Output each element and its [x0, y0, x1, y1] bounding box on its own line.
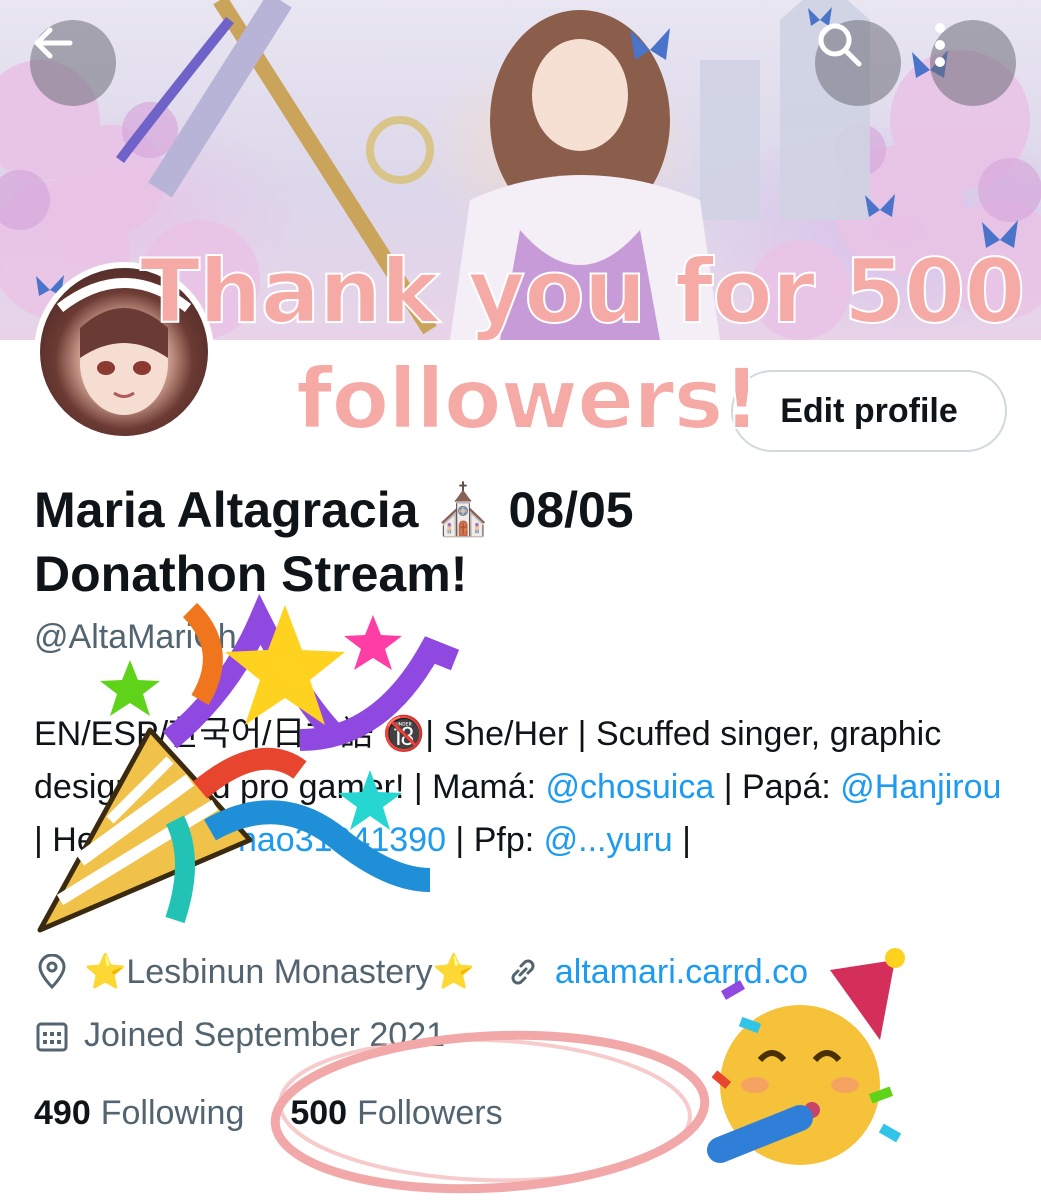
followers-label: Followers — [357, 1094, 503, 1132]
back-button[interactable] — [30, 20, 116, 106]
search-icon — [818, 23, 862, 67]
arrow-left-icon — [34, 27, 73, 59]
bio-text: | Pfp: — [445, 821, 544, 859]
bio-text: | Header: — [34, 821, 183, 859]
yellow-star-icon — [225, 605, 345, 725]
location-text: ⭐Lesbinun Monastery⭐ — [84, 953, 475, 991]
display-name: Maria Altagracia ⛪ 08/05 Donathon Stream… — [34, 482, 634, 602]
bio-link-mama[interactable]: @chosuica — [546, 768, 715, 806]
following-count: 490 — [34, 1094, 91, 1132]
link-icon — [511, 959, 535, 985]
username-handle: @AltaMariCh — [34, 618, 237, 656]
bio-link-header-artist[interactable]: @Thao31941390 — [183, 821, 446, 859]
thank-you-overlay-line2: followers! — [295, 349, 762, 449]
search-button[interactable] — [815, 20, 901, 106]
following-link[interactable]: 490 Following — [34, 1094, 244, 1133]
bio-link-pfp-artist[interactable]: @...yuru — [544, 821, 673, 859]
followers-count: 500 — [290, 1094, 348, 1132]
bio-text: | Papá: — [714, 768, 841, 806]
more-options-button[interactable] — [930, 20, 1016, 106]
bio-text: | — [672, 821, 691, 859]
website-link[interactable]: altamari.carrd.co — [555, 953, 808, 992]
location-pin-icon — [38, 954, 66, 990]
joined-date-text: Joined September 2021 — [84, 1016, 446, 1054]
followers-link[interactable]: 500 Followers — [290, 1094, 502, 1133]
follow-counts: 490 Following 500 Followers — [34, 1094, 503, 1133]
thank-you-overlay-line1: Thank you for 500 — [139, 239, 1026, 344]
profile-joined-row: Joined September 2021 — [34, 1016, 445, 1055]
pink-star-icon — [344, 615, 402, 670]
edit-profile-button[interactable]: Edit profile — [731, 370, 1007, 452]
profile-bio: EN/ESP/한국어/日本語 🔞| She/Her | Scuffed sing… — [34, 708, 1014, 867]
more-vertical-icon — [935, 23, 945, 67]
calendar-icon — [36, 1022, 68, 1051]
bio-link-papa[interactable]: @Hanjirou — [840, 768, 1001, 806]
following-label: Following — [100, 1094, 245, 1132]
profile-location-row: ⭐Lesbinun Monastery⭐ altamari.carrd.co — [34, 952, 808, 992]
